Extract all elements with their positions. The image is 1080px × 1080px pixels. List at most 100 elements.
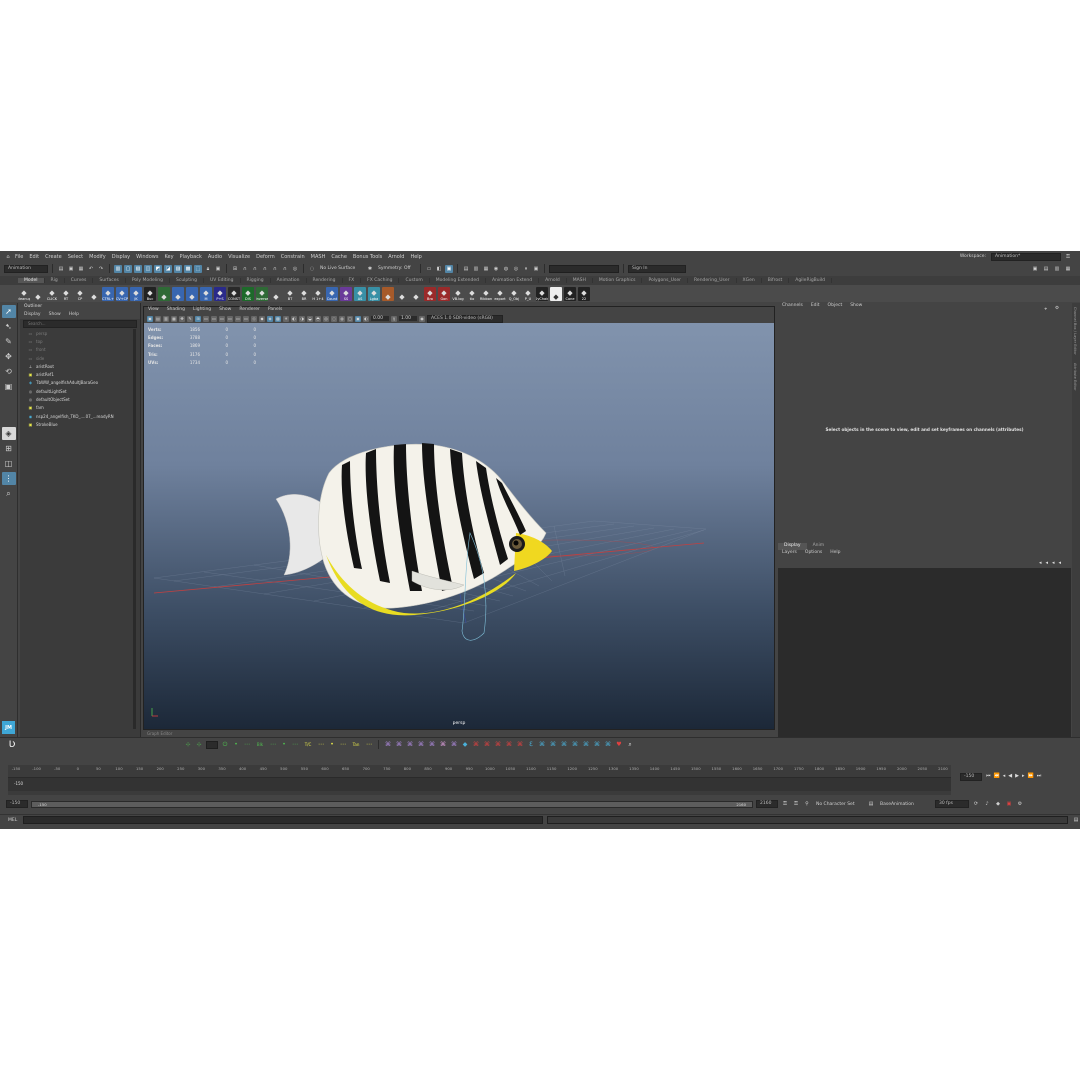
layer-list[interactable] bbox=[778, 568, 1071, 737]
graph-tool-10-icon[interactable]: ⌘ bbox=[483, 741, 491, 749]
new-layer-selected-icon[interactable]: ◂ bbox=[1058, 560, 1061, 566]
viewport-menu-shading[interactable]: Shading bbox=[167, 307, 185, 314]
select-surface-icon[interactable]: ▨ bbox=[174, 264, 182, 273]
menu-bonus-tools[interactable]: Bonus Tools bbox=[350, 254, 385, 260]
open-scene-icon[interactable]: ▣ bbox=[67, 265, 75, 273]
field-chart-icon[interactable]: ▭ bbox=[227, 315, 233, 322]
shelf-tab-rigging[interactable]: Rigging bbox=[241, 278, 271, 283]
shelf-button-15[interactable]: ◆ P+S bbox=[214, 286, 226, 301]
menu-file[interactable]: File bbox=[12, 254, 26, 260]
shelf-button-5[interactable]: ◆ CP bbox=[74, 286, 86, 301]
paint-select-tool-icon[interactable]: ✎ bbox=[2, 335, 16, 348]
shelf-tab-curves[interactable]: Curves bbox=[65, 278, 94, 283]
channel-box-menu-edit[interactable]: Edit bbox=[811, 303, 820, 312]
shelf-button-41[interactable]: ◆ 22 bbox=[578, 286, 590, 301]
outliner-layout-icon[interactable]: ⋮ bbox=[1, 472, 16, 485]
key-icon[interactable]: ⚿ bbox=[781, 800, 789, 808]
shelf-button-24[interactable]: ◆ SS bbox=[340, 286, 352, 301]
new-scene-icon[interactable]: ▤ bbox=[57, 265, 65, 273]
shelf-button-38[interactable]: ◆DyChain bbox=[536, 286, 548, 301]
exposure-icon[interactable]: ◐ bbox=[363, 315, 369, 322]
graph-tool-6-icon[interactable]: ⌘ bbox=[439, 741, 447, 749]
shelf-button-9[interactable]: ◆ JK bbox=[130, 286, 142, 301]
key-add-icon[interactable]: ⊹ bbox=[184, 741, 192, 749]
save-scene-icon[interactable]: ▦ bbox=[77, 265, 85, 273]
camera-attributes-icon[interactable]: ▤ bbox=[155, 315, 161, 322]
snap-view-plane-icon[interactable]: ∩ bbox=[261, 265, 269, 273]
shelf-tab-fx[interactable]: FX bbox=[343, 278, 362, 283]
shelf-button-40[interactable]: ◆ Cone bbox=[564, 286, 576, 301]
side-tab-channel-box[interactable]: Channel Box / Layer Editor bbox=[1073, 303, 1077, 359]
animation-preferences-icon[interactable]: ⚙ bbox=[1016, 800, 1024, 808]
select-joint-icon[interactable]: ◩ bbox=[154, 264, 162, 273]
new-empty-layer-icon[interactable]: ◂ bbox=[1052, 560, 1055, 566]
render-view-icon[interactable]: ▣ bbox=[445, 264, 453, 273]
shelf-tab-bifrost[interactable]: Bifrost bbox=[762, 278, 790, 283]
outliner-item[interactable]: ◎ defaultLightSet bbox=[20, 387, 140, 395]
menu-key[interactable]: Key bbox=[161, 254, 176, 260]
shelf-button-11[interactable]: ◆ bbox=[158, 286, 170, 301]
shelf-tab-fx-caching[interactable]: FX Caching bbox=[361, 278, 400, 283]
shelf-button-37[interactable]: ◆ P_U bbox=[522, 286, 534, 301]
channel-box-menu-show[interactable]: Show bbox=[850, 303, 862, 312]
shelf-tab-xgen[interactable]: XGen bbox=[737, 278, 762, 283]
graph-tool-16-icon[interactable]: ⌘ bbox=[549, 741, 557, 749]
single-pane-layout-icon[interactable]: ◈ bbox=[1, 427, 16, 440]
menu-modify[interactable]: Modify bbox=[86, 254, 109, 260]
shelf-tab-uv-editing[interactable]: UV Editing bbox=[204, 278, 241, 283]
graph-tool-5-icon[interactable]: ⌘ bbox=[428, 741, 436, 749]
menu-help[interactable]: Help bbox=[407, 254, 424, 260]
key-step-icon[interactable]: ⊹ bbox=[195, 741, 203, 749]
time-track[interactable]: -150 bbox=[8, 777, 951, 791]
snap-projected-center-icon[interactable]: ∩ bbox=[281, 265, 289, 273]
shelf-button-1[interactable]: ◆ cleanup bbox=[18, 286, 30, 301]
layer-tab-display[interactable]: Display bbox=[778, 543, 807, 550]
wireframe-icon[interactable]: ◇ bbox=[251, 315, 257, 322]
key-tag-2-icon[interactable]: T/C bbox=[302, 741, 314, 749]
outliner-item[interactable]: ⊥ aristRoot bbox=[20, 362, 140, 370]
menu-select[interactable]: Select bbox=[65, 254, 86, 260]
gamma-icon[interactable]: γ bbox=[391, 315, 397, 322]
go-to-start-icon[interactable]: ⏮ bbox=[986, 773, 991, 779]
shelf-button-3[interactable]: ◆ CLICK bbox=[46, 286, 58, 301]
menu-deform[interactable]: Deform bbox=[253, 254, 278, 260]
viewport-menu-view[interactable]: View bbox=[148, 307, 159, 314]
shelf-button-17[interactable]: ◆ DIS bbox=[242, 286, 254, 301]
grease-pencil-icon[interactable]: ✎ bbox=[187, 315, 193, 322]
tool-settings-icon[interactable]: ▥ bbox=[1053, 265, 1061, 273]
key-value-field[interactable] bbox=[206, 740, 218, 749]
select-curve-icon[interactable]: ◪ bbox=[164, 264, 172, 273]
graph-tool-21-icon[interactable]: ⌘ bbox=[604, 741, 612, 749]
workspace-lock-icon[interactable]: ⚿ bbox=[1064, 253, 1072, 261]
shelf-tab-mash[interactable]: MASH bbox=[567, 278, 593, 283]
key-tag-3-icon[interactable]: Tan bbox=[350, 741, 362, 749]
render-sequence-icon[interactable]: ◎ bbox=[512, 265, 520, 273]
menu-audio[interactable]: Audio bbox=[205, 254, 225, 260]
hud-icon[interactable]: ▣ bbox=[355, 315, 361, 322]
power-icon[interactable]: ⏻ bbox=[221, 741, 229, 749]
shelf-tab-poly-modeling[interactable]: Poly Modeling bbox=[126, 278, 170, 283]
graph-tool-9-icon[interactable]: ⌘ bbox=[472, 741, 480, 749]
gate-mask-icon[interactable]: ▭ bbox=[219, 315, 225, 322]
fps-dropdown[interactable]: 30 fps bbox=[935, 800, 969, 808]
smooth-shade-icon[interactable]: ◆ bbox=[259, 315, 265, 322]
shelf-button-35[interactable]: ◆ export bbox=[494, 286, 506, 301]
shelf-button-25[interactable]: ◆ AS bbox=[354, 286, 366, 301]
use-lights-icon[interactable]: ☀ bbox=[283, 315, 289, 322]
pause-render-icon[interactable]: ⏸ bbox=[522, 265, 530, 273]
shelf-button-14[interactable]: ◆ M bbox=[200, 286, 212, 301]
modeling-toolkit-icon[interactable]: ▣ bbox=[1031, 265, 1039, 273]
channel-box-toggle-icon[interactable]: ▦ bbox=[1064, 265, 1072, 273]
viewport-menu-renderer[interactable]: Renderer bbox=[239, 307, 260, 314]
graph-tool-15-icon[interactable]: ⌘ bbox=[538, 741, 546, 749]
redo-icon[interactable]: ↷ bbox=[97, 265, 105, 273]
xray-joints-icon[interactable]: ◍ bbox=[339, 315, 345, 322]
side-tab-attribute-editor[interactable]: Attribute Editor bbox=[1073, 359, 1077, 395]
menu-edit[interactable]: Edit bbox=[26, 254, 42, 260]
graph-tool-13-icon[interactable]: ⌘ bbox=[516, 741, 524, 749]
two-pane-layout-icon[interactable]: ◫ bbox=[2, 457, 16, 470]
character-set-dropdown[interactable]: No Character Set bbox=[814, 802, 864, 807]
shelf-button-29[interactable]: ◆ bbox=[410, 286, 422, 301]
mel-input[interactable] bbox=[23, 816, 543, 824]
shelf-button-32[interactable]: ◆ VB.log bbox=[452, 286, 464, 301]
